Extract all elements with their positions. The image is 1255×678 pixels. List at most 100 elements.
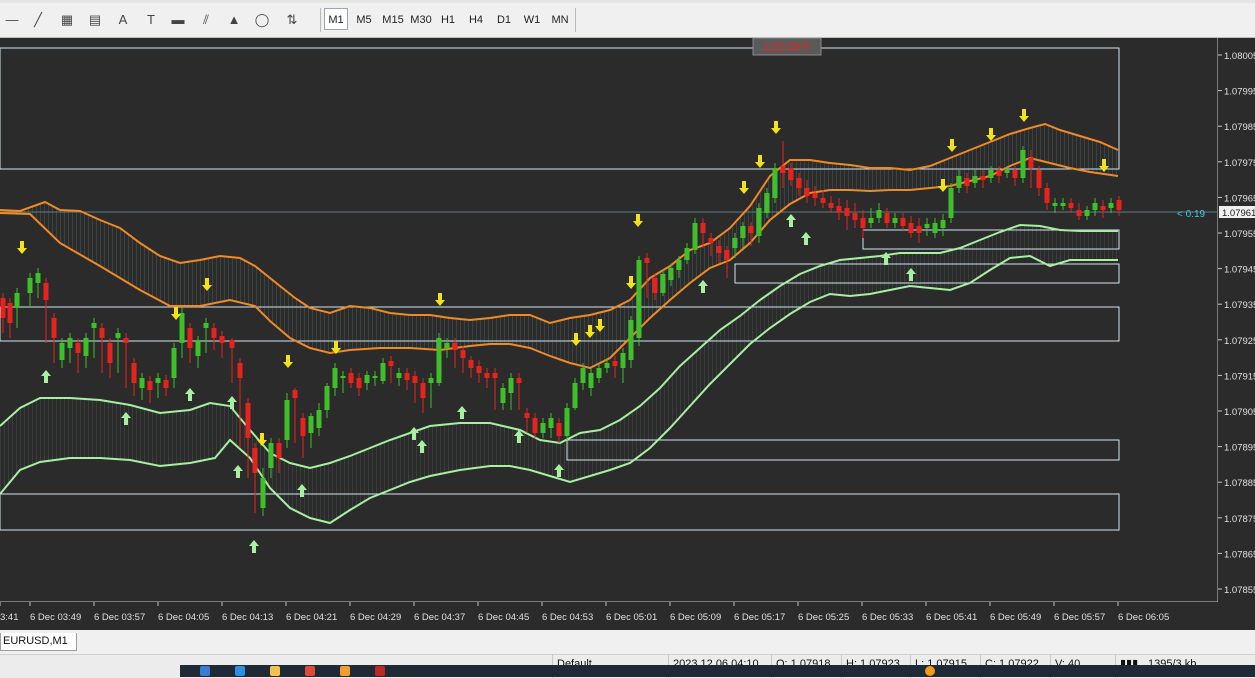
timeframe-m30-button[interactable]: M30	[408, 8, 434, 30]
bear-candle[interactable]	[131, 363, 137, 383]
bear-candle[interactable]	[484, 373, 490, 378]
bear-candle[interactable]	[724, 250, 730, 260]
bear-candle[interactable]	[292, 390, 298, 398]
bull-candle[interactable]	[972, 176, 978, 183]
bull-candle[interactable]	[500, 388, 506, 403]
taskbar-app-icon[interactable]	[200, 666, 210, 676]
timeframe-w1-button[interactable]: W1	[520, 8, 544, 30]
bull-candle[interactable]	[572, 383, 578, 408]
bear-candle[interactable]	[460, 350, 466, 358]
bear-candle[interactable]	[532, 418, 538, 433]
bear-candle[interactable]	[187, 328, 193, 348]
bear-candle[interactable]	[388, 361, 394, 366]
bull-candle[interactable]	[155, 378, 161, 383]
bear-candle[interactable]	[836, 206, 842, 213]
bear-candle[interactable]	[524, 413, 530, 418]
bull-candle[interactable]	[284, 400, 290, 440]
bull-candle[interactable]	[268, 443, 274, 468]
bear-candle[interactable]	[147, 381, 153, 390]
bull-candle[interactable]	[436, 338, 442, 383]
bull-candle[interactable]	[548, 418, 554, 428]
bull-candle[interactable]	[396, 373, 402, 378]
bear-candle[interactable]	[51, 318, 57, 338]
bull-candle[interactable]	[14, 293, 20, 308]
bear-candle[interactable]	[644, 258, 650, 263]
trendline-icon[interactable]: ╱	[28, 10, 48, 30]
bear-candle[interactable]	[860, 218, 866, 228]
bear-candle[interactable]	[99, 328, 105, 338]
bull-candle[interactable]	[35, 273, 41, 283]
browser-icon[interactable]	[305, 666, 315, 676]
bull-candle[interactable]	[764, 193, 770, 213]
timeframe-mn-button[interactable]: MN	[548, 8, 572, 30]
bull-candle[interactable]	[988, 170, 994, 178]
bull-candle[interactable]	[564, 408, 570, 436]
bear-candle[interactable]	[412, 376, 418, 383]
bull-candle[interactable]	[1052, 203, 1058, 206]
bull-candle[interactable]	[924, 224, 930, 228]
bear-candle[interactable]	[1036, 170, 1042, 188]
bull-candle[interactable]	[732, 238, 738, 248]
bear-candle[interactable]	[404, 373, 410, 380]
bear-candle[interactable]	[996, 170, 1002, 176]
bear-candle[interactable]	[245, 403, 251, 438]
bear-candle[interactable]	[708, 238, 714, 243]
bear-candle[interactable]	[356, 378, 362, 388]
bear-candle[interactable]	[7, 303, 13, 323]
weather-icon[interactable]	[925, 666, 935, 676]
zone-rectangle[interactable]	[0, 493, 1120, 531]
bear-candle[interactable]	[900, 218, 906, 226]
horizontal-line-icon[interactable]: —	[2, 10, 22, 30]
bull-candle[interactable]	[372, 376, 378, 378]
channel-icon[interactable]: ⫽	[196, 10, 216, 30]
bull-candle[interactable]	[660, 274, 666, 293]
bull-candle[interactable]	[324, 386, 330, 410]
arrows-dropdown-icon[interactable]: ⇅	[282, 10, 302, 30]
bull-candle[interactable]	[956, 176, 962, 188]
bear-candle[interactable]	[219, 336, 225, 343]
bear-candle[interactable]	[908, 223, 914, 233]
bear-candle[interactable]	[812, 193, 818, 198]
bear-candle[interactable]	[716, 246, 722, 253]
bull-candle[interactable]	[195, 340, 201, 356]
bear-candle[interactable]	[1076, 210, 1082, 216]
bull-candle[interactable]	[428, 378, 434, 383]
toggle-123-off-label[interactable]: 123 OFF	[763, 40, 810, 54]
bull-candle[interactable]	[340, 376, 346, 378]
bull-candle[interactable]	[628, 320, 634, 360]
bull-candle[interactable]	[772, 168, 778, 198]
bear-candle[interactable]	[828, 203, 834, 208]
price-chart[interactable]: 123 OFF 1.08005 1.07995 1.07985 1.07975 1.079…	[0, 38, 1255, 630]
folder-icon[interactable]	[270, 666, 280, 676]
rectangle-icon[interactable]: ▬	[168, 10, 188, 30]
bear-candle[interactable]	[276, 443, 282, 458]
bull-candle[interactable]	[316, 410, 322, 428]
bear-candle[interactable]	[476, 366, 482, 373]
bear-candle[interactable]	[163, 380, 169, 388]
bear-candle[interactable]	[348, 373, 354, 383]
bull-candle[interactable]	[1092, 203, 1098, 210]
bear-candle[interactable]	[700, 223, 706, 233]
bear-candle[interactable]	[229, 340, 235, 348]
bear-candle[interactable]	[492, 373, 498, 378]
bull-candle[interactable]	[115, 333, 121, 338]
bull-candle[interactable]	[83, 338, 89, 356]
bear-candle[interactable]	[0, 298, 6, 318]
bull-candle[interactable]	[59, 343, 65, 360]
bull-candle[interactable]	[588, 373, 594, 388]
bull-candle[interactable]	[139, 378, 145, 388]
bull-candle[interactable]	[868, 218, 874, 223]
timeframe-m1-button[interactable]: M1	[324, 8, 348, 30]
bull-candle[interactable]	[1060, 203, 1066, 206]
chart-tab-eurusd-m1[interactable]: EURUSD,M1	[0, 633, 77, 651]
bull-candle[interactable]	[932, 223, 938, 233]
bull-candle[interactable]	[179, 313, 185, 343]
bear-candle[interactable]	[1116, 200, 1122, 210]
bull-candle[interactable]	[27, 278, 33, 293]
bear-candle[interactable]	[1100, 206, 1106, 210]
bear-candle[interactable]	[980, 176, 986, 180]
bear-candle[interactable]	[852, 213, 858, 220]
bull-candle[interactable]	[668, 268, 674, 280]
bear-candle[interactable]	[1028, 158, 1034, 168]
bear-candle[interactable]	[780, 166, 786, 173]
